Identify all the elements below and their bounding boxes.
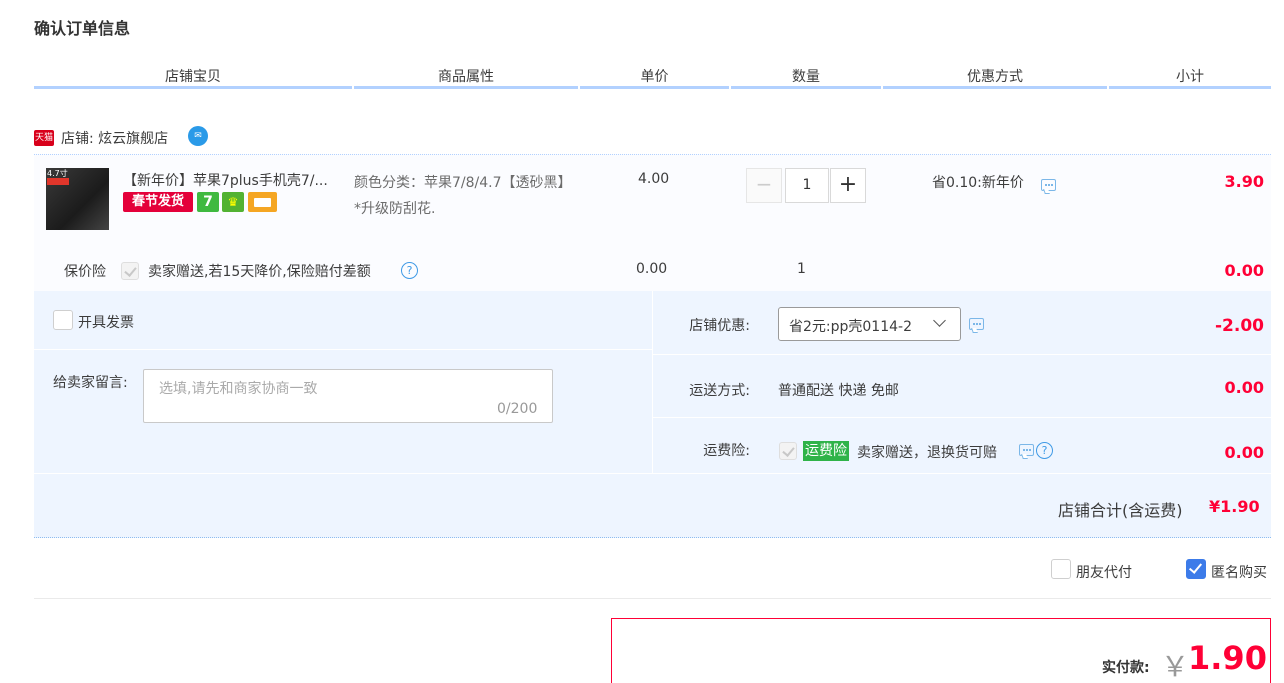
shop-total-label: 店铺合计(含运费) [1058, 501, 1183, 520]
shipping-amount: 0.00 [1224, 378, 1264, 397]
shipping-method-value: 普通配送 快递 免邮 [778, 383, 899, 399]
column-underline [1109, 86, 1271, 89]
shipping-method-label: 运送方式: [689, 383, 750, 399]
column-underline [731, 86, 881, 89]
divider [653, 354, 1271, 355]
price-insurance-label: 保价险 [64, 264, 106, 280]
friend-pay-checkbox[interactable] [1051, 559, 1071, 579]
anonymous-label[interactable]: 匿名购买 [1211, 562, 1267, 582]
payment-amount: 1.90 [1188, 639, 1267, 677]
seven-day-return-icon: 7 [197, 192, 219, 212]
message-label: 给卖家留言: [53, 375, 128, 391]
freight-insurance-label: 运费险: [703, 443, 750, 459]
divider [34, 598, 1271, 599]
insurance-subtotal: 0.00 [1224, 261, 1264, 280]
column-underline [34, 86, 352, 89]
product-title[interactable]: 【新年价】苹果7plus手机壳7/... [123, 170, 328, 190]
anonymous-checkbox[interactable] [1186, 559, 1206, 579]
tmall-icon: 天猫 [34, 130, 54, 146]
column-header-subtotal: 小计 [1176, 69, 1204, 85]
chat-icon[interactable] [969, 318, 984, 330]
divider [653, 417, 1271, 418]
unit-price: 4.00 [638, 171, 670, 187]
column-underline [354, 86, 578, 89]
column-header-attributes: 商品属性 [438, 69, 494, 85]
invoice-checkbox[interactable] [53, 310, 73, 330]
quantity-increase-button[interactable]: + [830, 168, 866, 203]
chat-icon[interactable] [1019, 444, 1034, 456]
freight-insurance-amount: 0.00 [1224, 443, 1264, 462]
shop-name[interactable]: 店铺: 炫云旗舰店 [61, 128, 168, 148]
character-counter: 0/200 [497, 401, 538, 417]
column-header-shop-item: 店铺宝贝 [165, 69, 221, 85]
column-underline [580, 86, 729, 89]
wangwang-icon[interactable]: ✉ [188, 126, 208, 146]
page-title: 确认订单信息 [34, 19, 131, 38]
shop-discount-amount: -2.00 [1215, 316, 1264, 336]
insurance-price: 0.00 [636, 261, 668, 277]
column-header-quantity: 数量 [792, 69, 820, 85]
item-subtotal: 3.90 [1224, 172, 1264, 191]
product-attributes: 颜色分类：苹果7/8/4.7【透砂黑】*升级防刮花. [354, 175, 572, 217]
spring-festival-tag: 春节发货 [123, 192, 193, 212]
divider [34, 349, 653, 350]
quantity-input[interactable]: 1 [785, 168, 829, 203]
freight-insurance-desc: 卖家赠送，退换货可赔 [857, 445, 997, 461]
shop-total-value: ¥1.90 [1209, 497, 1260, 516]
shop-discount-selected: 省2元:pp壳0114-2 [789, 319, 912, 335]
price-insurance-desc: 卖家赠送,若15天降价,保险赔付差额 [148, 264, 371, 280]
invoice-label[interactable]: 开具发票 [78, 312, 134, 332]
price-insurance-checkbox[interactable] [121, 262, 139, 280]
column-header-discount: 优惠方式 [967, 69, 1023, 85]
quantity-decrease-button[interactable]: − [746, 168, 782, 203]
payment-label: 实付款: [1102, 660, 1150, 676]
currency-symbol: ￥ [1161, 650, 1190, 683]
chat-icon[interactable] [1041, 179, 1056, 191]
friend-pay-label[interactable]: 朋友代付 [1076, 562, 1132, 582]
insurance-quantity: 1 [797, 261, 806, 277]
service-icon: ♛ [222, 192, 244, 212]
shop-discount-label: 店铺优惠: [689, 318, 750, 334]
credit-card-icon [248, 192, 277, 212]
column-header-unit-price: 单价 [640, 69, 669, 85]
freight-insurance-tag: 运费险 [803, 441, 849, 461]
freight-insurance-checkbox[interactable] [779, 442, 797, 460]
divider [34, 473, 1271, 474]
help-icon[interactable]: ? [401, 262, 418, 279]
column-underline [883, 86, 1107, 89]
divider [652, 291, 653, 473]
thumbnail-red-strip [47, 178, 69, 185]
help-icon[interactable]: ? [1036, 442, 1053, 459]
promotion-text: 省0.10:新年价 [932, 175, 1024, 191]
seller-message-placeholder: 选填,请先和商家协商一致 [159, 381, 318, 397]
